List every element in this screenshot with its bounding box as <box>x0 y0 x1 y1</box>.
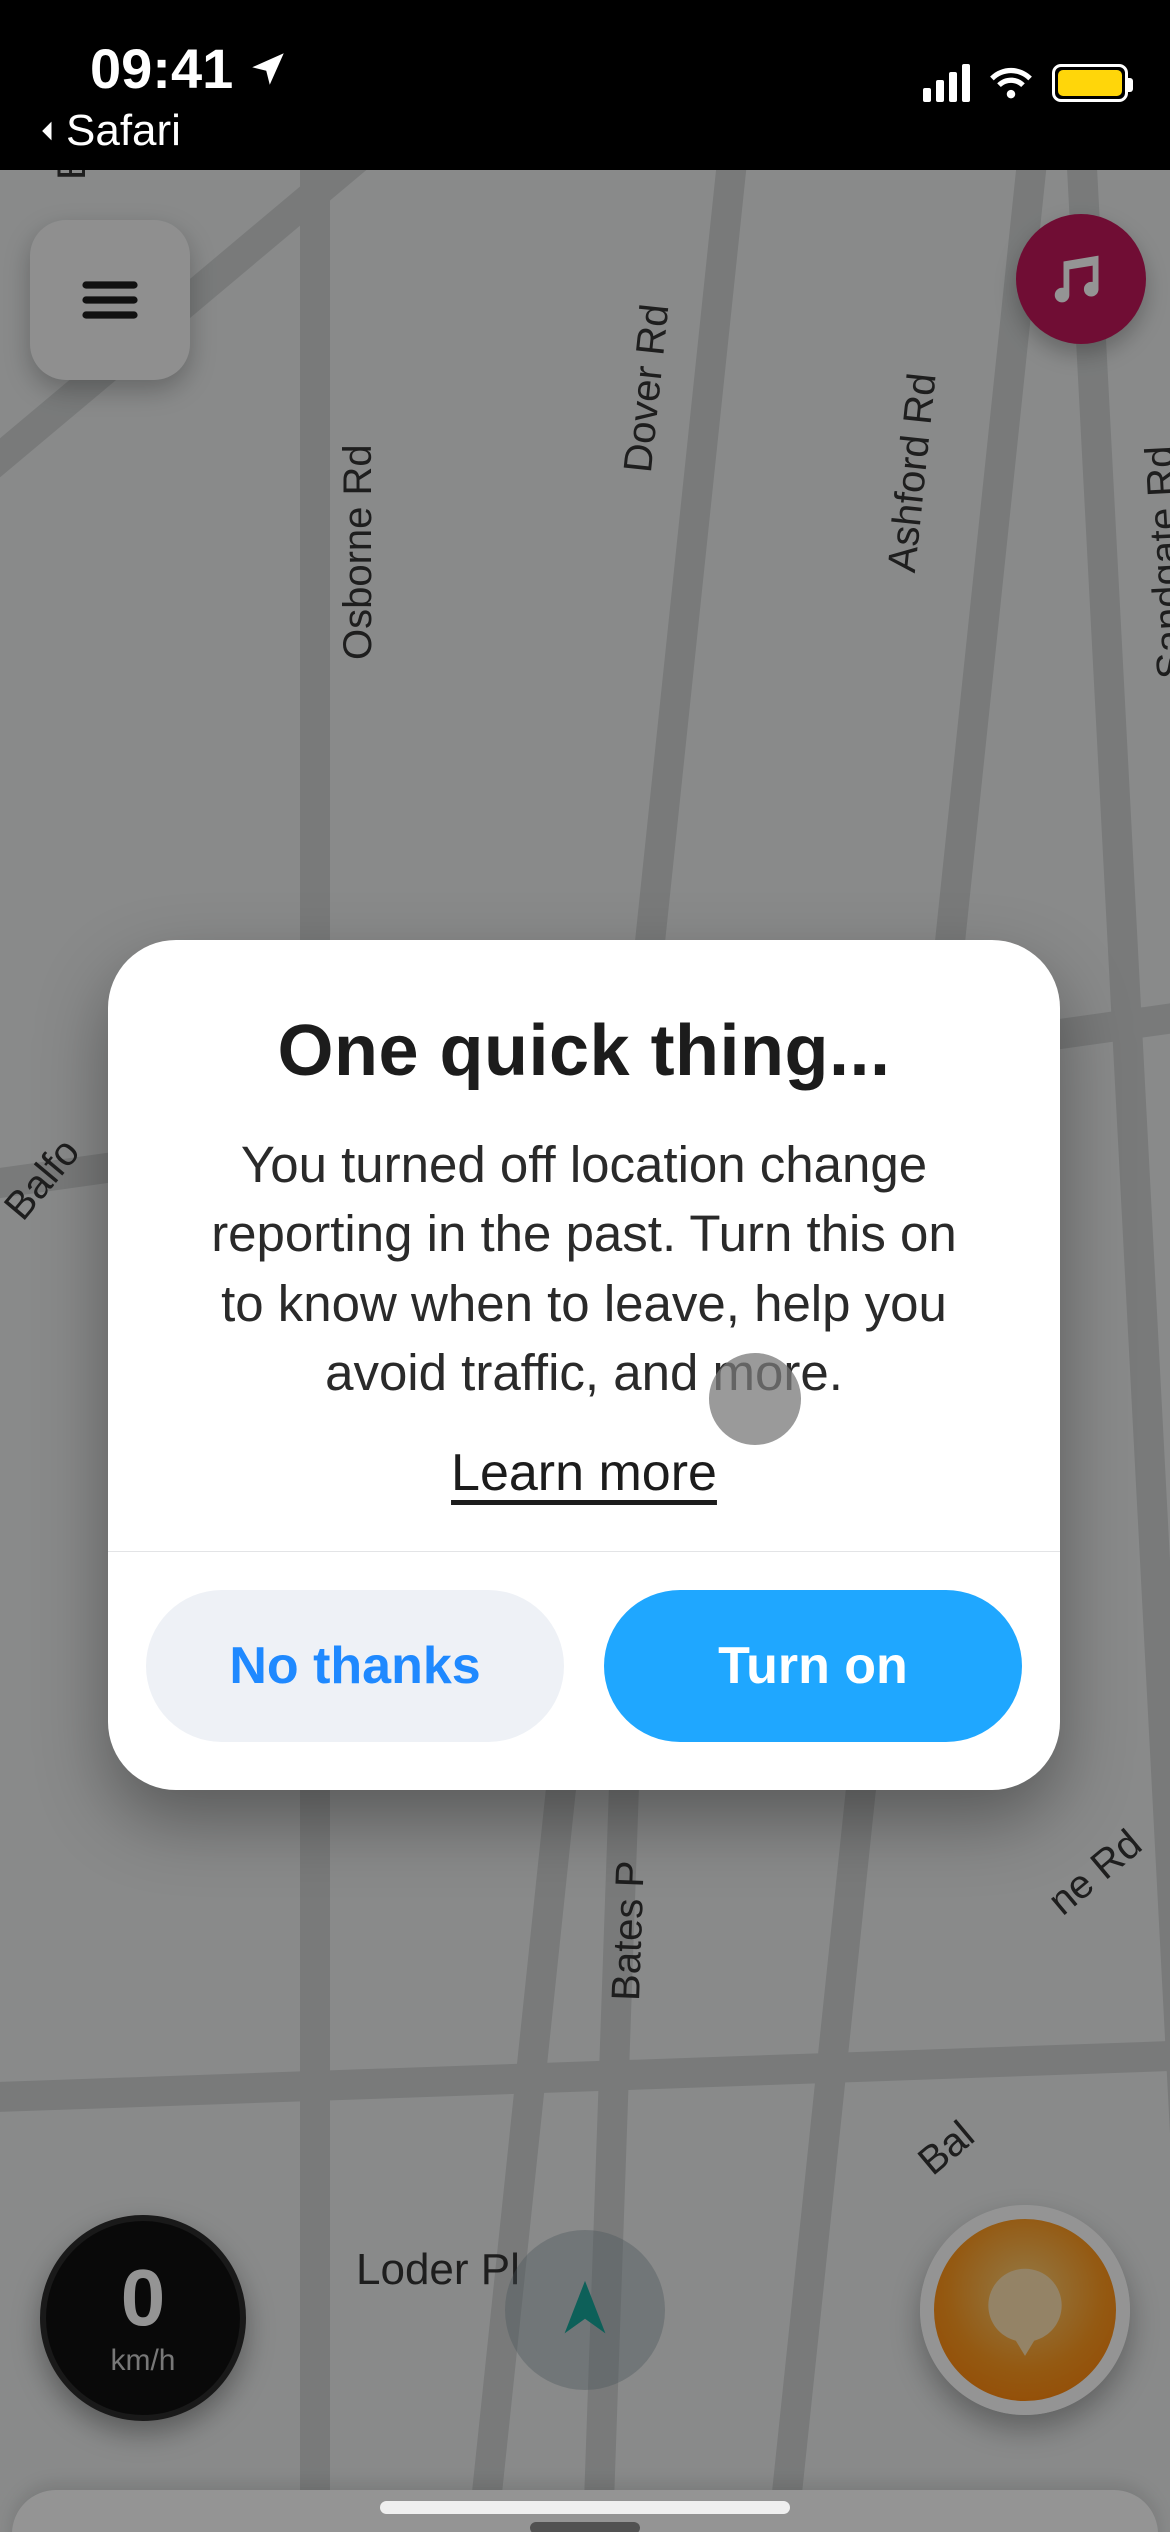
touch-indicator <box>709 1353 801 1445</box>
location-prompt-modal: One quick thing... You turned off locati… <box>108 940 1060 1790</box>
cellular-icon <box>923 64 970 102</box>
status-right <box>923 60 1128 106</box>
clock-text: 09:41 <box>90 36 233 101</box>
status-bar: 09:41 Safari <box>0 0 1170 170</box>
wifi-icon <box>988 60 1034 106</box>
status-time: 09:41 <box>90 36 289 101</box>
no-thanks-button[interactable]: No thanks <box>146 1590 564 1742</box>
learn-more-link[interactable]: Learn more <box>451 1443 717 1503</box>
back-chevron-icon <box>34 117 62 145</box>
modal-title: One quick thing... <box>164 1010 1004 1092</box>
location-arrow-icon <box>247 48 289 90</box>
home-indicator[interactable] <box>380 2501 790 2514</box>
back-app-label: Safari <box>66 106 181 156</box>
back-to-app[interactable]: Safari <box>34 106 181 156</box>
turn-on-button[interactable]: Turn on <box>604 1590 1022 1742</box>
modal-body-text: You turned off location change reporting… <box>194 1130 974 1407</box>
battery-icon <box>1052 64 1128 102</box>
